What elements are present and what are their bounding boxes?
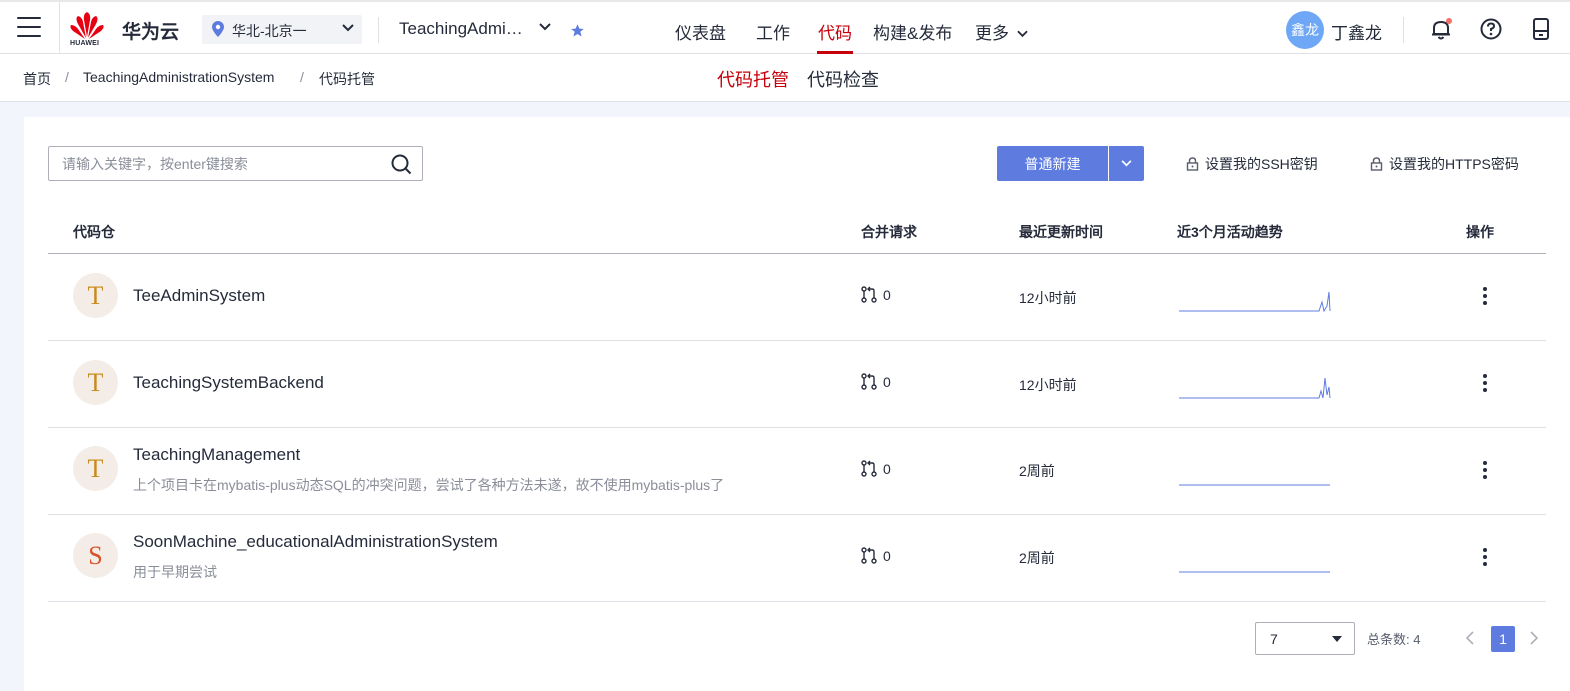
merge-request-icon (861, 460, 877, 477)
chevron-down-icon (342, 24, 354, 32)
repo-avatar: T (73, 273, 118, 318)
tab-code-hosting[interactable]: 代码托管 (717, 66, 789, 92)
avatar[interactable]: 鑫龙 (1286, 11, 1324, 49)
repo-name-link[interactable]: TeachingManagement (133, 445, 300, 465)
repo-avatar: T (73, 360, 118, 405)
merge-request-icon (861, 286, 877, 303)
table-row[interactable]: T TeachingSystemBackend 0 12小时前 (48, 341, 1546, 428)
merge-requests-link[interactable]: 0 (861, 373, 891, 390)
nav-more[interactable]: 更多 (975, 19, 1028, 44)
merge-requests-link[interactable]: 0 (861, 460, 891, 477)
nav-dashboard[interactable]: 仪表盘 (675, 19, 726, 44)
logo-text: HUAWEI (70, 40, 100, 47)
tab-code-check[interactable]: 代码检查 (807, 66, 879, 92)
nav-work[interactable]: 工作 (756, 19, 790, 44)
caret-down-icon (1332, 636, 1342, 642)
breadcrumb-separator: / (65, 69, 69, 85)
username[interactable]: 丁鑫龙 (1331, 19, 1382, 44)
more-options-icon[interactable] (1476, 459, 1494, 483)
lock-icon (1370, 157, 1383, 171)
sub-header-bar: 首页 / TeachingAdministrationSystem / 代码托管… (0, 54, 1570, 102)
search-input[interactable] (49, 147, 379, 180)
table-row[interactable]: T TeachingManagement 上个项目卡在mybatis-plus动… (48, 428, 1546, 515)
divider (378, 17, 379, 43)
more-options-icon[interactable] (1476, 285, 1494, 309)
more-options-icon[interactable] (1476, 546, 1494, 570)
breadcrumb-project[interactable]: TeachingAdministrationSystem (83, 69, 274, 85)
set-https-password-link[interactable]: 设置我的HTTPS密码 (1370, 154, 1519, 174)
chevron-left-icon[interactable] (1464, 630, 1476, 646)
search-icon[interactable] (391, 154, 412, 175)
merge-request-icon (861, 547, 877, 564)
nav-more-label: 更多 (975, 24, 1009, 43)
set-https-password-label: 设置我的HTTPS密码 (1389, 156, 1519, 172)
merge-requests-link[interactable]: 0 (861, 286, 891, 303)
merge-request-count: 0 (883, 287, 891, 303)
device-icon[interactable] (1531, 18, 1551, 40)
nav-code[interactable]: 代码 (818, 19, 852, 44)
location-pin-icon (212, 21, 224, 37)
last-updated: 12小时前 (1019, 290, 1077, 306)
table-row[interactable]: T TeeAdminSystem 0 12小时前 (48, 254, 1546, 341)
nav-build-release[interactable]: 构建&发布 (873, 19, 952, 44)
table-row[interactable]: S SoonMachine_educationalAdministrationS… (48, 515, 1546, 602)
chevron-down-icon[interactable] (539, 23, 551, 31)
brand-name: 华为云 (122, 22, 180, 43)
region-label: 华北-北京一 (232, 23, 307, 39)
activity-sparkline (1179, 484, 1330, 486)
column-header-last-updated: 最近更新时间 (1019, 224, 1103, 240)
lock-icon (1186, 157, 1199, 171)
last-updated: 2周前 (1019, 463, 1055, 479)
merge-requests-link[interactable]: 0 (861, 547, 891, 564)
last-updated: 2周前 (1019, 550, 1055, 566)
column-header-merge-requests: 合并请求 (861, 224, 917, 240)
breadcrumb-separator: / (300, 69, 304, 85)
chevron-down-icon (1017, 30, 1028, 38)
activity-sparkline (1179, 571, 1330, 573)
last-updated: 12小时前 (1019, 377, 1077, 393)
search-box[interactable] (48, 146, 423, 181)
more-options-icon[interactable] (1476, 372, 1494, 396)
breadcrumb-current: 代码托管 (319, 71, 375, 87)
page-size-select[interactable]: 7 (1255, 622, 1355, 655)
repo-name-link[interactable]: SoonMachine_educationalAdministrationSys… (133, 532, 498, 552)
merge-request-count: 0 (883, 461, 891, 477)
divider (1403, 17, 1404, 43)
merge-request-count: 0 (883, 374, 891, 390)
page-size-value: 7 (1270, 631, 1278, 647)
new-repo-button[interactable]: 普通新建 (997, 146, 1108, 181)
merge-request-count: 0 (883, 548, 891, 564)
chevron-right-icon[interactable] (1528, 630, 1540, 646)
repo-avatar: S (73, 533, 118, 578)
region-selector[interactable]: 华北-北京一 (202, 15, 362, 44)
merge-request-icon (861, 373, 877, 390)
repo-name-link[interactable]: TeeAdminSystem (133, 286, 265, 306)
hamburger-menu-icon[interactable] (17, 17, 41, 37)
chevron-down-icon (1121, 160, 1132, 167)
bell-icon[interactable] (1430, 18, 1452, 40)
repo-description: 上个项目卡在mybatis-plus动态SQL的冲突问题，尝试了各种方法未遂，故… (133, 477, 725, 493)
activity-sparkline (1179, 377, 1331, 399)
set-ssh-key-link[interactable]: 设置我的SSH密钥 (1186, 154, 1318, 174)
repo-name-link[interactable]: TeachingSystemBackend (133, 373, 324, 393)
breadcrumb-home[interactable]: 首页 (23, 69, 51, 89)
help-icon[interactable] (1480, 18, 1502, 40)
column-header-activity-trend: 近3个月活动趋势 (1177, 224, 1283, 240)
repo-description: 用于早期尝试 (133, 564, 217, 580)
new-repo-dropdown-button[interactable] (1109, 146, 1144, 181)
repo-avatar: T (73, 446, 118, 491)
top-navigation-bar: HUAWEI 华为云 华北-北京一 TeachingAdministration… (0, 0, 1570, 54)
activity-sparkline (1179, 291, 1331, 312)
set-ssh-key-label: 设置我的SSH密钥 (1205, 156, 1318, 172)
project-selector[interactable]: TeachingAdministrationSystem (399, 19, 531, 39)
column-header-repo: 代码仓 (73, 224, 115, 240)
favorite-star-icon[interactable] (570, 23, 585, 38)
total-count: 总条数: 4 (1367, 632, 1421, 647)
divider (59, 2, 60, 54)
page-number-button[interactable]: 1 (1491, 626, 1515, 652)
column-header-actions: 操作 (1466, 224, 1494, 240)
